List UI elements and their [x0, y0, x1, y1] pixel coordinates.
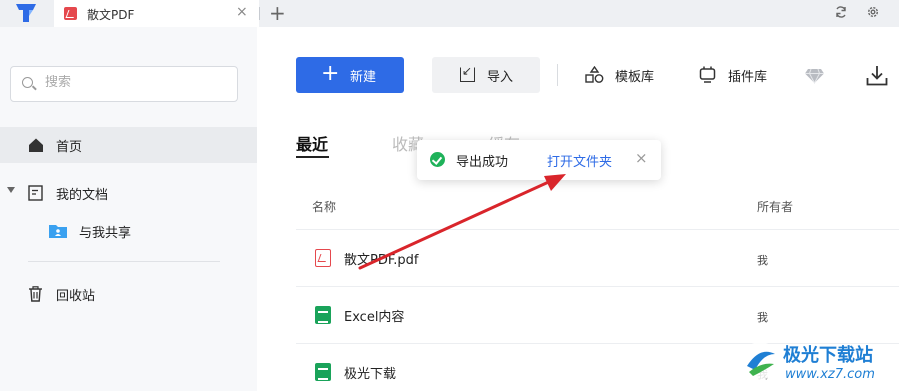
shared-folder-icon: [49, 225, 67, 238]
app-logo-icon[interactable]: [12, 2, 40, 24]
tab-divider: [259, 7, 260, 20]
plus-icon: +: [321, 61, 340, 86]
sidebar-item-label: 首页: [56, 140, 83, 155]
table-divider: [296, 229, 899, 230]
sidebar-item-label: 我的文档: [56, 188, 109, 203]
pdf-file-icon: [315, 249, 331, 267]
file-owner: 我: [757, 311, 768, 324]
gear-icon[interactable]: [866, 5, 880, 19]
sidebar-item-my-documents[interactable]: 我的文档: [0, 175, 257, 211]
sidebar-item-shared-with-me[interactable]: 与我共享: [0, 213, 257, 249]
search-icon: [22, 77, 33, 88]
toast-notification: 导出成功 打开文件夹 ×: [417, 140, 661, 180]
sidebar-item-home[interactable]: 首页: [0, 127, 257, 163]
search-input[interactable]: [45, 75, 225, 90]
tab-close-icon[interactable]: ×: [236, 4, 248, 20]
search-box[interactable]: [10, 66, 238, 102]
plugin-icon: [699, 66, 716, 83]
title-bar: 散文PDF × +: [0, 0, 899, 27]
watermark-logo-icon: [741, 342, 779, 380]
sidebar: 首页 我的文档 与我共享 回收站: [0, 27, 257, 391]
file-name[interactable]: Excel内容: [344, 306, 404, 325]
plugin-library-button[interactable]: 插件库: [699, 57, 779, 93]
sync-icon[interactable]: [834, 5, 848, 19]
template-icon: [585, 66, 604, 83]
diamond-icon[interactable]: [804, 68, 825, 84]
new-button[interactable]: + 新建: [296, 57, 404, 93]
excel-file-icon: [315, 363, 331, 381]
trash-icon: [29, 286, 42, 302]
table-divider: [296, 286, 899, 287]
active-tab-indicator: [296, 156, 329, 158]
tab-title: 散文PDF: [87, 8, 135, 22]
file-owner: 我: [757, 254, 768, 267]
watermark: 极光下载站 www.xz7.com: [735, 334, 899, 391]
close-icon[interactable]: ×: [635, 149, 648, 167]
chevron-down-icon[interactable]: [7, 187, 15, 193]
new-tab-button[interactable]: +: [269, 1, 286, 25]
template-library-button[interactable]: 模板库: [585, 57, 665, 93]
home-icon: [29, 138, 43, 152]
document-icon: [28, 185, 43, 201]
sidebar-divider: [28, 261, 220, 262]
toolbar-divider: [557, 64, 558, 86]
toast-message: 导出成功: [456, 155, 509, 170]
open-folder-link[interactable]: 打开文件夹: [547, 151, 612, 170]
tab-document[interactable]: 散文PDF ×: [54, 0, 259, 27]
tab-recent[interactable]: 最近: [296, 131, 328, 155]
watermark-url: www.xz7.com: [785, 367, 875, 382]
column-header-owner[interactable]: 所有者: [757, 198, 793, 215]
new-button-label: 新建: [350, 70, 377, 85]
pdf-icon: [64, 7, 77, 20]
download-icon[interactable]: [866, 65, 888, 86]
sidebar-item-recycle-bin[interactable]: 回收站: [0, 276, 257, 312]
check-circle-icon: [430, 152, 445, 167]
file-name[interactable]: 极光下载: [344, 363, 396, 382]
sidebar-item-label: 与我共享: [79, 226, 132, 241]
excel-file-icon: [315, 306, 331, 324]
file-name[interactable]: 散文PDF.pdf: [344, 249, 418, 268]
column-header-name[interactable]: 名称: [312, 198, 336, 215]
import-button-label: 导入: [487, 70, 514, 85]
watermark-name: 极光下载站: [783, 345, 873, 366]
import-icon: [460, 64, 475, 82]
plugin-library-label: 插件库: [728, 70, 768, 85]
template-library-label: 模板库: [615, 70, 655, 85]
sidebar-item-label: 回收站: [56, 289, 96, 304]
import-button[interactable]: 导入: [432, 57, 540, 93]
